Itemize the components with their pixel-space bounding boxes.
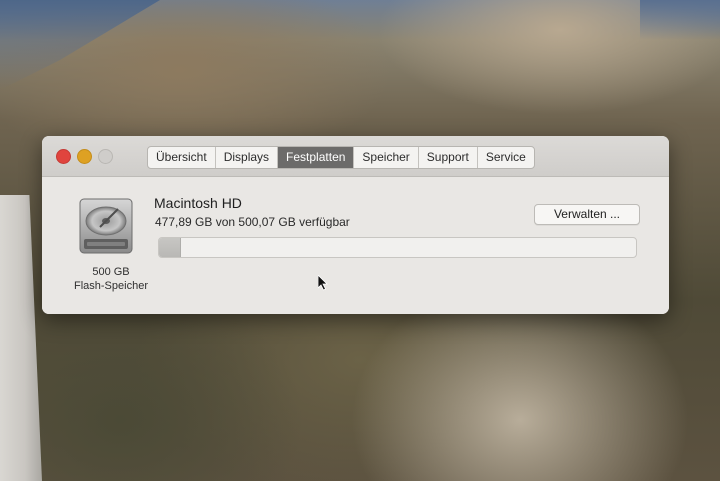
- zoom-button[interactable]: [98, 149, 113, 164]
- hard-drive-icon: [78, 197, 134, 255]
- disk-size-label: 500 GB: [92, 266, 130, 278]
- tab-memory[interactable]: Speicher: [354, 147, 419, 168]
- window-titlebar: Übersicht Displays Festplatten Speicher …: [42, 136, 669, 177]
- tab-service[interactable]: Service: [478, 147, 534, 168]
- mouse-pointer-icon: [317, 274, 328, 291]
- tab-displays[interactable]: Displays: [216, 147, 279, 168]
- desktop-wallpaper-sky-right: [640, 0, 720, 40]
- disk-type-label: Flash-Speicher: [74, 280, 148, 292]
- manage-button[interactable]: Verwalten ...: [534, 204, 640, 225]
- tab-overview[interactable]: Übersicht: [148, 147, 216, 168]
- minimize-button[interactable]: [77, 149, 92, 164]
- storage-usage-bar: [158, 237, 637, 258]
- storage-panel: 500 GB Flash-Speicher Macintosh HD 477,8…: [42, 177, 669, 314]
- adjacent-display-edge: [0, 195, 42, 481]
- close-button[interactable]: [56, 149, 71, 164]
- tab-support[interactable]: Support: [419, 147, 478, 168]
- storage-usage-fill: [159, 238, 181, 257]
- volume-availability: 477,89 GB von 500,07 GB verfügbar: [155, 215, 350, 229]
- volume-name: Macintosh HD: [154, 195, 242, 211]
- desktop-wallpaper-sky: [0, 0, 160, 90]
- tab-bar: Übersicht Displays Festplatten Speicher …: [147, 146, 535, 169]
- disk-caption: 500 GB Flash-Speicher: [62, 265, 160, 293]
- system-info-window: Übersicht Displays Festplatten Speicher …: [42, 136, 669, 314]
- tab-storage[interactable]: Festplatten: [278, 147, 355, 168]
